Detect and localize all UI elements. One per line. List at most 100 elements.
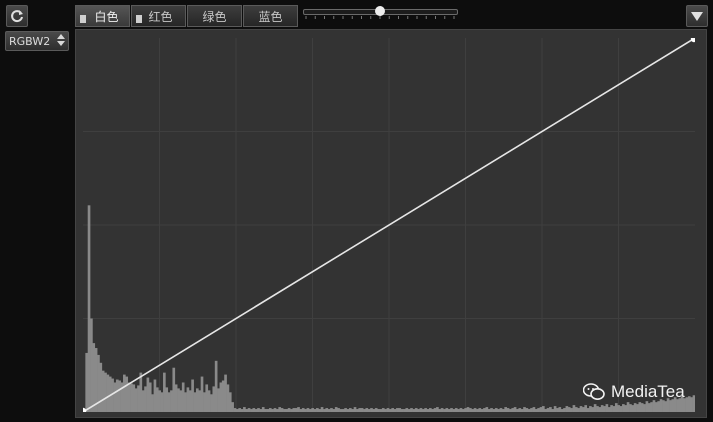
histogram-bar (417, 409, 420, 412)
histogram-bar (478, 408, 482, 412)
histogram-bar (198, 390, 201, 412)
histogram-bar (264, 409, 267, 412)
curve-point-end[interactable] (690, 38, 695, 43)
histogram-bar (304, 409, 307, 412)
tab-blue[interactable]: 蓝色 (243, 5, 298, 27)
histogram-bar (205, 384, 209, 412)
histogram-bar (645, 401, 649, 412)
tab-checkbox[interactable] (136, 15, 142, 23)
histogram-bar (195, 388, 199, 412)
histogram-bar (266, 409, 270, 412)
refresh-button[interactable] (6, 5, 28, 27)
histogram-bar (363, 409, 366, 412)
histogram-bar (268, 408, 272, 412)
tab-label: 白色 (94, 9, 119, 24)
histogram-bar (301, 408, 305, 412)
histogram-bar (443, 409, 446, 412)
histogram-bar (633, 403, 637, 412)
watermark: MediaTea (583, 382, 685, 402)
histogram-bar (614, 403, 618, 412)
histogram-bar (318, 409, 322, 412)
histogram-bar (407, 409, 411, 412)
histogram-bar (551, 409, 555, 412)
histogram-bar (236, 409, 239, 412)
histogram-bar (549, 407, 552, 412)
histogram-bar (560, 409, 564, 412)
histogram-bar (351, 409, 354, 412)
histogram-bar (184, 392, 187, 412)
histogram-bar (574, 407, 578, 412)
histogram-bar (509, 409, 512, 412)
histogram-bar (501, 409, 505, 412)
histogram-bar (629, 404, 632, 412)
histogram-bar (367, 409, 371, 412)
histogram-bar (579, 406, 583, 412)
histogram-bar (384, 409, 387, 412)
histogram-bar (664, 401, 668, 412)
histogram-bar (429, 408, 432, 412)
histogram-bar (386, 408, 390, 412)
histogram-bar (567, 407, 571, 412)
histogram-bar (115, 379, 119, 412)
histogram-bar (596, 406, 599, 412)
tab-checkbox[interactable] (80, 15, 86, 23)
histogram-bar (577, 408, 580, 412)
histogram-bar (276, 409, 279, 412)
histogram-bar (610, 405, 613, 412)
histogram-bar (497, 409, 500, 412)
histogram-bar (228, 392, 232, 412)
histogram-bar (483, 408, 486, 412)
histogram-bar (447, 409, 451, 412)
histogram-bar (127, 382, 131, 412)
histogram-bar (85, 352, 89, 412)
histogram-bar (492, 409, 496, 412)
menu-button[interactable] (686, 5, 708, 27)
histogram-bar (137, 385, 140, 412)
histogram-bar (685, 397, 689, 412)
histogram-bar (323, 409, 326, 412)
histogram-bar (452, 409, 456, 412)
histogram-bar (125, 376, 129, 412)
histogram-bar (527, 409, 531, 412)
histogram-bar (132, 384, 136, 412)
histogram-bar (245, 409, 249, 412)
histogram-bar (337, 408, 340, 412)
histogram-bar (188, 390, 192, 412)
histogram-bar (113, 382, 117, 412)
histogram-bar (464, 408, 467, 412)
histogram-bar (212, 386, 216, 412)
histogram-bar (687, 396, 691, 412)
histogram-bar (426, 409, 430, 412)
histogram-bar (280, 408, 284, 412)
preset-select[interactable]: RGBW2 (5, 31, 69, 51)
histogram-bar (530, 408, 533, 412)
histogram-bar (221, 380, 225, 412)
wechat-icon (583, 383, 605, 400)
histogram-bar (372, 409, 376, 412)
histogram-bar (365, 408, 369, 412)
histogram-bar (341, 409, 345, 412)
tab-white[interactable]: 白色 (75, 5, 130, 27)
histogram-bar (640, 403, 644, 412)
histogram-bar (393, 409, 397, 412)
histogram-bar (591, 407, 595, 412)
histogram-bar (339, 409, 343, 412)
slider-thumb[interactable] (374, 6, 385, 16)
tab-red[interactable]: 红色 (131, 5, 186, 27)
tab-green[interactable]: 绿色 (187, 5, 242, 27)
histogram-bar (598, 407, 602, 412)
histogram-bar (306, 408, 310, 412)
histogram-bar (207, 390, 211, 412)
histogram-bar (690, 397, 693, 412)
histogram-bar (163, 372, 166, 412)
histogram-bar (374, 408, 378, 412)
histogram-bar (542, 406, 545, 412)
histogram-bar (153, 379, 157, 412)
histogram-bar (172, 367, 176, 412)
histogram-bar (148, 382, 152, 412)
histogram-bar (165, 387, 169, 412)
histogram-bar (589, 406, 592, 412)
slider-ticks (305, 16, 455, 19)
curve-plot[interactable] (83, 38, 695, 412)
histogram-bar (516, 409, 519, 412)
